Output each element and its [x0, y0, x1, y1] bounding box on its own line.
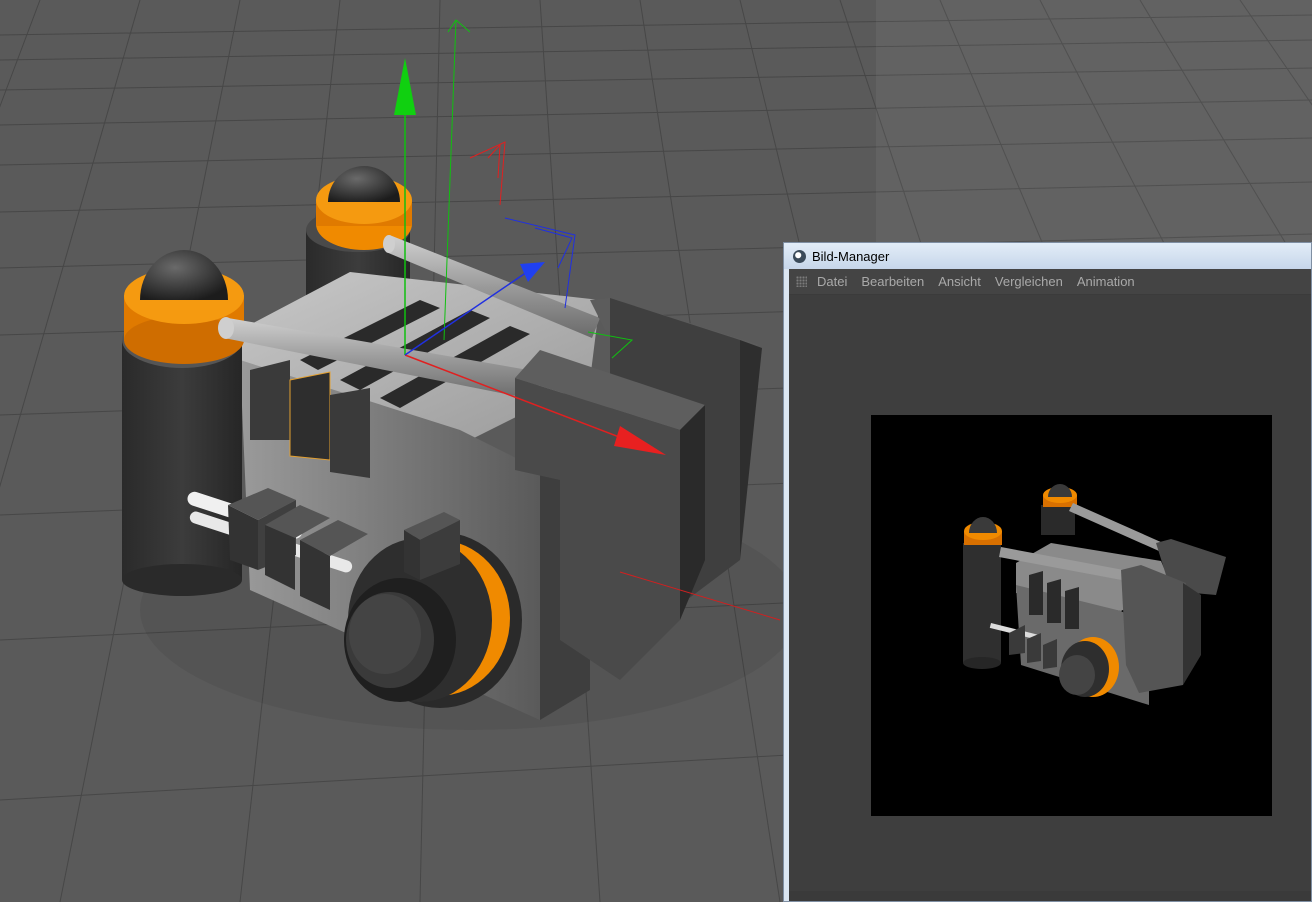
status-bar	[789, 891, 1311, 901]
z-axis-handle[interactable]	[520, 262, 545, 282]
window-titlebar[interactable]: Bild-Manager	[784, 243, 1311, 269]
menu-bar: Datei Bearbeiten Ansicht Vergleichen Ani…	[789, 269, 1311, 295]
menu-bearbeiten[interactable]: Bearbeiten	[861, 274, 924, 289]
menu-animation[interactable]: Animation	[1077, 274, 1135, 289]
grip-icon[interactable]	[796, 276, 807, 287]
background-plane	[876, 0, 1312, 242]
rendered-image	[871, 415, 1272, 816]
image-canvas[interactable]	[789, 295, 1311, 891]
menu-datei[interactable]: Datei	[817, 274, 847, 289]
menu-ansicht[interactable]: Ansicht	[938, 274, 981, 289]
menu-vergleichen[interactable]: Vergleichen	[995, 274, 1063, 289]
image-manager-window[interactable]: Bild-Manager Datei Bearbeiten Ansicht Ve…	[783, 242, 1312, 902]
rendered-model	[963, 484, 1226, 705]
window-title: Bild-Manager	[812, 248, 890, 264]
front-left-column[interactable]	[122, 250, 244, 596]
y-axis-handle[interactable]	[394, 58, 416, 115]
cinema4d-logo-icon	[793, 249, 806, 263]
window-body: Datei Bearbeiten Ansicht Vergleichen Ani…	[789, 269, 1311, 901]
